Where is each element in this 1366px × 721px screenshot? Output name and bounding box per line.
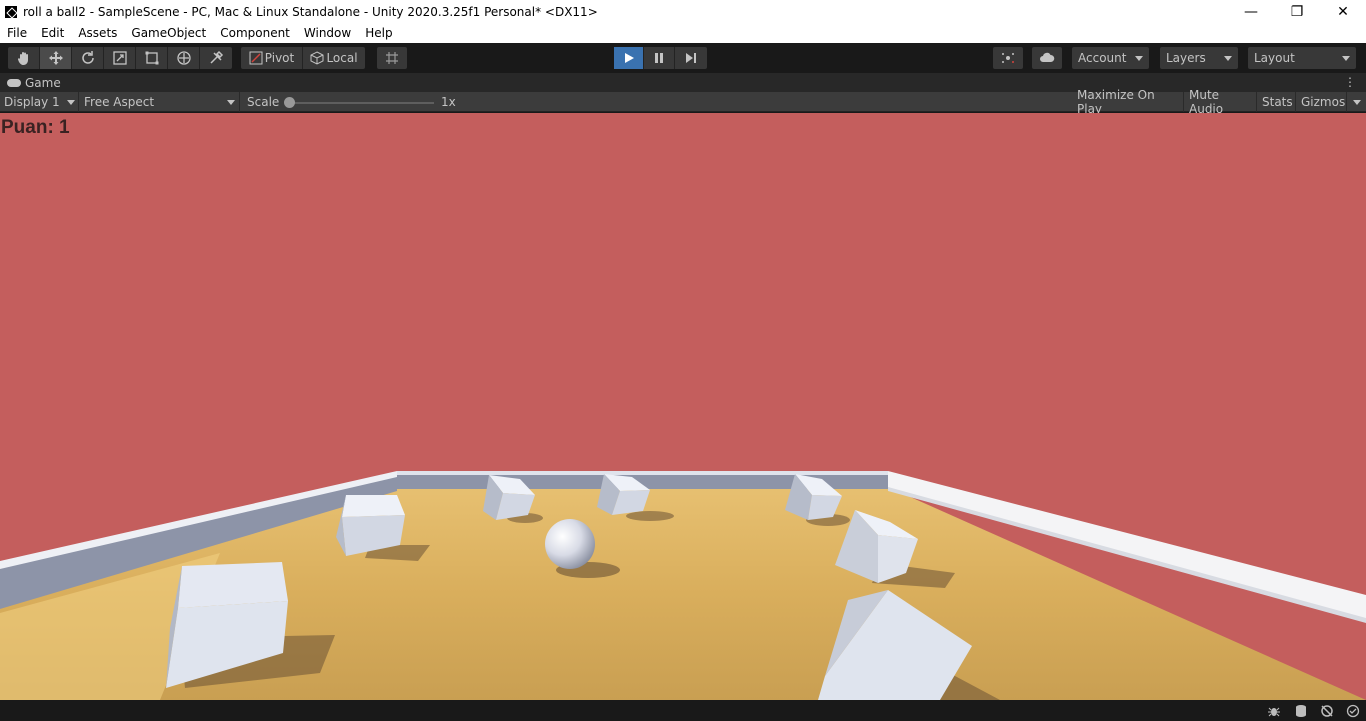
account-label: Account [1078,51,1127,65]
gizmos-dropdown[interactable] [1347,92,1366,112]
window-title: roll a ball2 - SampleScene - PC, Mac & L… [23,4,598,19]
window-controls: — ❐ ✕ [1228,0,1366,23]
tab-game[interactable]: Game [0,73,69,92]
play-controls [614,47,707,69]
transform-tool-button[interactable] [168,47,200,69]
layout-label: Layout [1254,51,1295,65]
chevron-down-icon [1342,56,1350,61]
rotate-tool-button[interactable] [72,47,104,69]
aspect-dropdown[interactable]: Free Aspect [80,92,240,112]
local-cube-icon [310,51,324,65]
bug-icon[interactable] [1266,703,1281,718]
maximize-on-play-toggle[interactable]: Maximize On Play [1073,88,1184,116]
collab-group [993,47,1023,69]
check-circle-icon[interactable] [1345,703,1360,718]
account-dropdown[interactable]: Account [1072,47,1149,69]
pause-button[interactable] [644,47,675,69]
transform-tools [8,47,232,69]
local-toggle[interactable]: Local [303,47,365,69]
scale-value: 1x [441,95,456,109]
gamepad-icon [7,78,21,87]
custom-tool-button[interactable] [200,47,232,69]
pickup-shadow [626,511,674,521]
unity-icon [5,5,17,18]
scale-tool-icon [112,51,127,65]
move-tool-icon [48,51,63,65]
aspect-label: Free Aspect [84,95,155,109]
pivot-local-group: Pivot Local [241,47,365,69]
panel-menu-icon[interactable]: ⋮ [1344,75,1356,89]
menu-window[interactable]: Window [297,23,358,43]
menu-component[interactable]: Component [213,23,297,43]
rect-tool-icon [145,51,158,65]
game-scene [0,471,1366,700]
pause-icon [655,53,663,63]
play-icon [624,53,634,63]
menu-bar: File Edit Assets GameObject Component Wi… [0,23,1366,43]
menu-help[interactable]: Help [358,23,399,43]
chevron-down-icon [1353,100,1361,105]
network-off-icon[interactable] [1319,703,1334,718]
chevron-down-icon [1135,56,1143,61]
collab-icon [1002,53,1014,63]
gizmos-toggle[interactable]: Gizmos [1297,92,1347,112]
grid-snap-button[interactable] [377,47,407,69]
mute-audio-toggle[interactable]: Mute Audio [1185,88,1257,116]
display-label: Display 1 [4,95,60,109]
grid-snap-icon [386,52,398,64]
scale-tool-button[interactable] [104,47,136,69]
hand-tool-icon [17,52,28,65]
step-button[interactable] [675,47,707,69]
scale-label: Scale [247,95,280,109]
rect-tool-button[interactable] [136,47,168,69]
scale-slider-handle[interactable] [284,97,295,108]
menu-gameobject[interactable]: GameObject [124,23,213,43]
cloud-group [1032,47,1062,69]
step-icon [686,53,696,63]
cloud-icon [1040,52,1055,62]
pivot-icon [249,51,263,65]
play-button[interactable] [614,47,644,69]
collab-button[interactable] [993,47,1023,69]
rotate-tool-icon [81,51,94,64]
custom-tool-icon [210,50,224,64]
menu-file[interactable]: File [0,23,34,43]
menu-edit[interactable]: Edit [34,23,71,43]
move-tool-button[interactable] [40,47,72,69]
score-text: Puan: 1 [1,117,70,138]
grid-snap-group [377,47,407,69]
hand-tool-button[interactable] [8,47,40,69]
layout-dropdown[interactable]: Layout [1248,47,1356,69]
stats-toggle[interactable]: Stats [1258,92,1296,112]
local-label: Local [326,51,358,65]
close-button[interactable]: ✕ [1320,0,1366,23]
game-view-controls: Display 1 Free Aspect Scale 1x Maximize … [0,88,1366,116]
main-toolbar: Pivot Local Account Layers Layout [0,43,1366,73]
layers-dropdown[interactable]: Layers [1160,47,1238,69]
maximize-button[interactable]: ❐ [1274,0,1320,23]
player-ball [545,519,595,569]
menu-assets[interactable]: Assets [71,23,124,43]
display-dropdown[interactable]: Display 1 [0,92,79,112]
scale-slider-track[interactable] [290,102,434,104]
cloud-button[interactable] [1032,47,1062,69]
layers-label: Layers [1166,51,1206,65]
back-wall-top [397,471,888,475]
chevron-down-icon [1224,56,1232,61]
window-titlebar: roll a ball2 - SampleScene - PC, Mac & L… [0,0,1366,23]
minimize-button[interactable]: — [1228,0,1274,23]
game-viewport[interactable]: Puan: 1 [0,113,1366,700]
pivot-label: Pivot [264,51,295,65]
pivot-toggle[interactable]: Pivot [241,47,303,69]
transform-tool-icon [176,51,191,65]
chevron-down-icon [227,100,235,105]
chevron-down-icon [67,100,75,105]
status-bar [0,700,1366,721]
database-icon[interactable] [1293,703,1308,718]
tab-game-label: Game [25,75,61,90]
